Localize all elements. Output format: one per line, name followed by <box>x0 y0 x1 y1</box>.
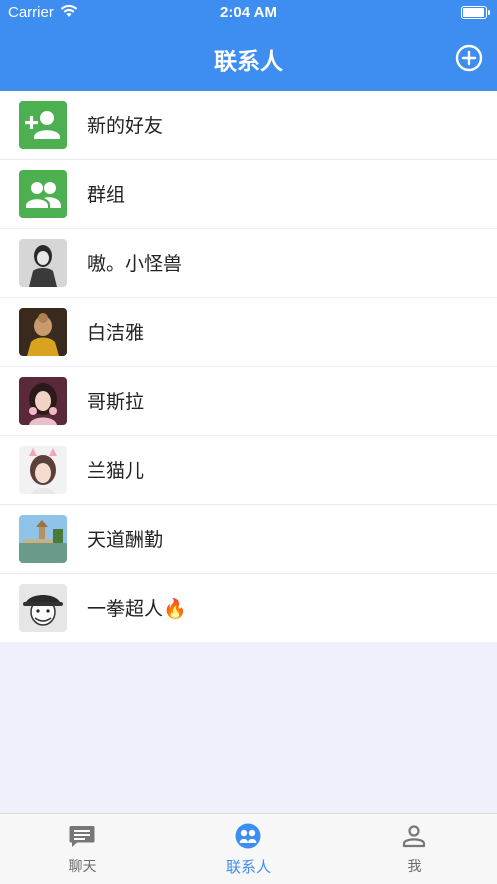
tab-bar: 聊天 联系人 我 <box>0 813 497 884</box>
page-title: 联系人 <box>214 49 283 75</box>
battery-icon <box>461 6 490 19</box>
status-bar: Carrier 2:04 AM <box>0 0 497 26</box>
group-icon <box>19 170 67 218</box>
list-item-contact[interactable]: 兰猫儿 <box>0 436 497 505</box>
tab-label: 联系人 <box>225 858 271 876</box>
contacts-icon <box>235 823 261 849</box>
contact-avatar <box>19 377 67 425</box>
list-item-contact[interactable]: 一拳超人🔥 <box>0 574 497 642</box>
add-person-icon <box>19 101 67 149</box>
tab-label: 聊天 <box>68 859 97 875</box>
list-item-new-friends[interactable]: 新的好友 <box>0 91 497 160</box>
plus-circle-icon[interactable] <box>455 44 483 72</box>
contact-list: 新的好友 群组 嗷。小怪兽 白洁雅 哥斯拉 兰猫儿 天道酬勤 一拳超人🔥 <box>0 91 497 642</box>
contact-name: 群组 <box>87 184 126 206</box>
chat-icon <box>69 826 95 847</box>
contact-avatar <box>19 584 67 632</box>
tab-contacts[interactable]: 联系人 <box>166 814 331 884</box>
contact-name: 哥斯拉 <box>87 391 145 413</box>
person-icon <box>402 825 426 848</box>
contact-avatar <box>19 515 67 563</box>
contact-name: 新的好友 <box>87 115 164 137</box>
list-item-contact[interactable]: 哥斯拉 <box>0 367 497 436</box>
contact-avatar <box>19 308 67 356</box>
tab-chat[interactable]: 聊天 <box>0 814 165 884</box>
list-item-contact[interactable]: 白洁雅 <box>0 298 497 367</box>
contact-name: 白洁雅 <box>87 322 145 344</box>
contact-name: 嗷。小怪兽 <box>87 253 183 275</box>
list-item-groups[interactable]: 群组 <box>0 160 497 229</box>
list-item-contact[interactable]: 天道酬勤 <box>0 505 497 574</box>
contact-avatar <box>19 239 67 287</box>
contact-name: 一拳超人🔥 <box>87 598 187 620</box>
list-item-contact[interactable]: 嗷。小怪兽 <box>0 229 497 298</box>
tab-label: 我 <box>407 859 422 875</box>
contact-avatar <box>19 446 67 494</box>
contact-name: 兰猫儿 <box>87 460 145 482</box>
navigation-bar: 联系人 <box>0 26 497 91</box>
contact-name: 天道酬勤 <box>87 529 164 551</box>
tab-me[interactable]: 我 <box>332 814 497 884</box>
clock: 2:04 AM <box>220 4 277 21</box>
